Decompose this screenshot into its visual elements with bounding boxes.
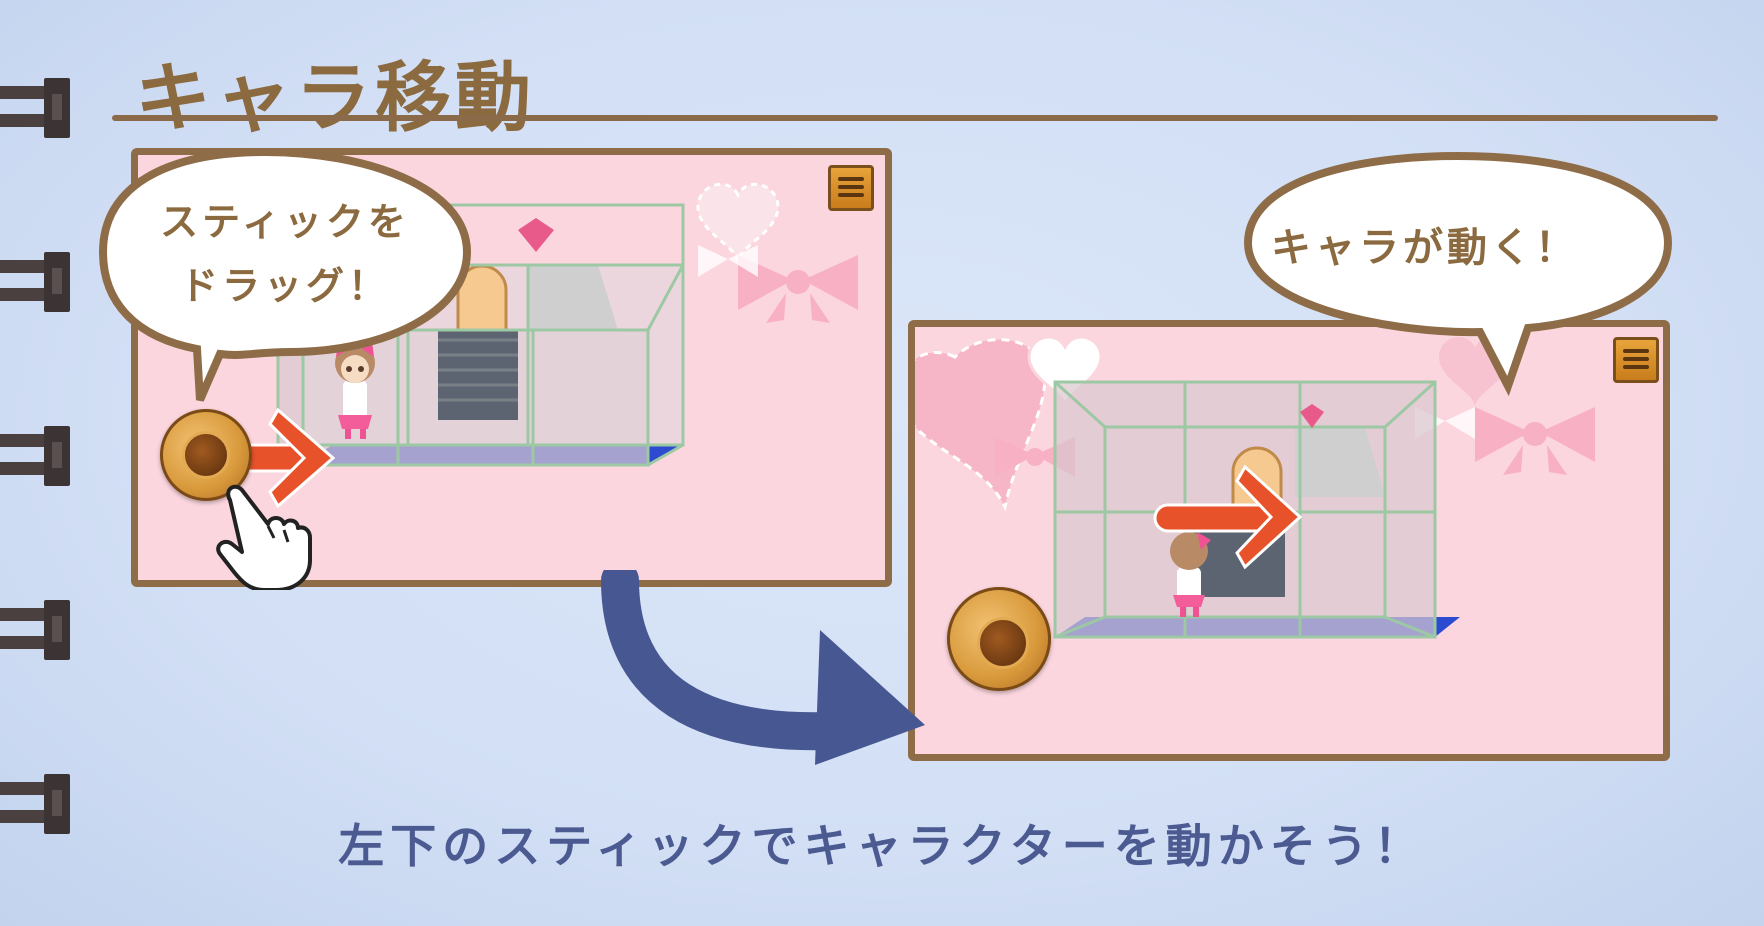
binder-ring xyxy=(0,252,72,312)
notebook-binding xyxy=(0,0,80,926)
instruction-caption: 左下のスティックでキャラクターを動かそう！ xyxy=(338,819,1426,873)
heart-decoration-icon xyxy=(915,338,1047,512)
binder-ring xyxy=(0,600,72,660)
heart-gem-icon xyxy=(518,218,554,252)
bubble-line: ドラッグ！ xyxy=(179,264,390,308)
binder-ring xyxy=(0,426,72,486)
flow-arrow xyxy=(601,570,925,765)
pointing-hand-icon xyxy=(216,484,312,590)
heart-decoration-icon xyxy=(696,182,780,263)
speech-bubble-drag-text: スティックを ドラッグ！ xyxy=(160,190,410,318)
bubble-line: スティックを xyxy=(160,200,410,244)
joystick-knob[interactable] xyxy=(182,431,230,479)
binder-ring xyxy=(0,78,72,138)
menu-button[interactable] xyxy=(828,165,874,211)
virtual-joystick[interactable] xyxy=(947,587,1051,691)
speech-bubble-moves-text: キャラが動く！ xyxy=(1271,225,1579,271)
page-title: キャラ移動 xyxy=(135,53,535,142)
joystick-knob[interactable] xyxy=(977,617,1029,669)
title-underline xyxy=(112,115,1718,121)
